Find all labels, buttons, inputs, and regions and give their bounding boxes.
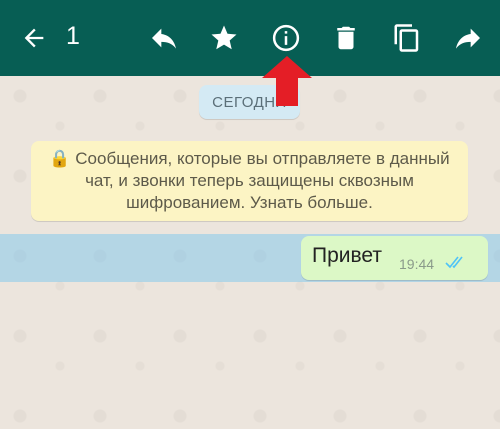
message-text: Привет <box>312 244 383 267</box>
delete-button[interactable] <box>326 18 366 58</box>
reply-icon <box>152 28 176 49</box>
selected-count: 1 <box>66 22 80 50</box>
outgoing-message[interactable]: Привет 19:44 <box>301 236 488 280</box>
info-icon <box>272 24 300 52</box>
back-arrow-icon <box>24 28 44 48</box>
forward-icon <box>456 28 480 49</box>
forward-button[interactable] <box>448 18 488 58</box>
double-check-icon <box>445 256 463 269</box>
reply-button[interactable] <box>144 18 184 58</box>
star-button[interactable] <box>204 18 244 58</box>
back-button[interactable] <box>14 18 54 58</box>
red-arrow-annotation-icon <box>262 56 312 106</box>
copy-icon <box>394 24 419 52</box>
delete-icon <box>337 26 355 50</box>
info-button[interactable] <box>266 18 306 58</box>
star-icon <box>211 25 237 50</box>
encryption-notice[interactable]: 🔒 Сообщения, которые вы отправляете в да… <box>31 141 468 221</box>
encryption-notice-text: 🔒 Сообщения, которые вы отправляете в да… <box>49 149 450 212</box>
message-time: 19:44 <box>399 256 435 272</box>
action-toolbar: 1 <box>0 0 500 76</box>
copy-button[interactable] <box>387 18 427 58</box>
